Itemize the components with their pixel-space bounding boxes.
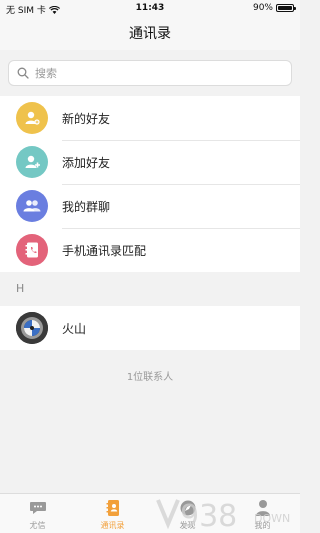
battery-percent: 90% xyxy=(252,3,273,13)
menu-item-group-chat[interactable]: 我的群聊 xyxy=(0,184,300,228)
chat-bubble-icon xyxy=(28,498,48,518)
tab-label: 我的 xyxy=(254,521,271,530)
battery-icon xyxy=(276,4,296,12)
avatar xyxy=(16,312,48,344)
battery-fill xyxy=(278,6,293,10)
menu-label: 我的群聊 xyxy=(62,199,111,214)
tab-contacts[interactable]: 通讯录 xyxy=(75,494,150,533)
contacts-book-icon xyxy=(103,498,123,518)
search-area xyxy=(0,50,300,94)
tab-me[interactable]: 我的 xyxy=(225,494,300,533)
new-friend-icon xyxy=(16,102,48,134)
person-icon xyxy=(253,498,273,518)
contact-item[interactable]: 火山 xyxy=(0,306,300,350)
contact-name: 火山 xyxy=(62,321,87,336)
phone-contacts-icon xyxy=(16,234,48,266)
menu-label: 新的好友 xyxy=(62,111,111,126)
tab-label: 尤信 xyxy=(29,521,46,530)
contact-count: 1位联系人 xyxy=(126,372,174,383)
search-box[interactable] xyxy=(8,60,292,86)
add-friend-icon xyxy=(16,146,48,178)
menu-item-add-friend[interactable]: 添加好友 xyxy=(0,140,300,184)
compass-icon xyxy=(178,498,198,518)
page-title: 通讯录 xyxy=(0,18,300,50)
contact-list: 火山 xyxy=(0,306,300,350)
search-icon xyxy=(17,67,29,79)
tab-chats[interactable]: 尤信 xyxy=(0,494,75,533)
function-menu: 新的好友 添加好友 我的群聊 手机通讯录匹配 xyxy=(0,96,300,272)
search-input[interactable] xyxy=(35,66,265,80)
tab-label: 发现 xyxy=(179,521,196,530)
menu-item-new-friends[interactable]: 新的好友 xyxy=(0,96,300,140)
menu-label: 添加好友 xyxy=(62,155,111,170)
menu-item-phone-contacts[interactable]: 手机通讯录匹配 xyxy=(0,228,300,272)
section-header-h: H xyxy=(0,272,300,306)
tab-bar: 尤信 通讯录 发现 我的 xyxy=(0,493,300,533)
tab-discover[interactable]: 发现 xyxy=(150,494,225,533)
menu-label: 手机通讯录匹配 xyxy=(62,243,147,258)
group-chat-icon xyxy=(16,190,48,222)
status-bar: 无 SIM 卡 11:43 90% xyxy=(0,0,300,18)
tab-label: 通讯录 xyxy=(100,521,125,530)
